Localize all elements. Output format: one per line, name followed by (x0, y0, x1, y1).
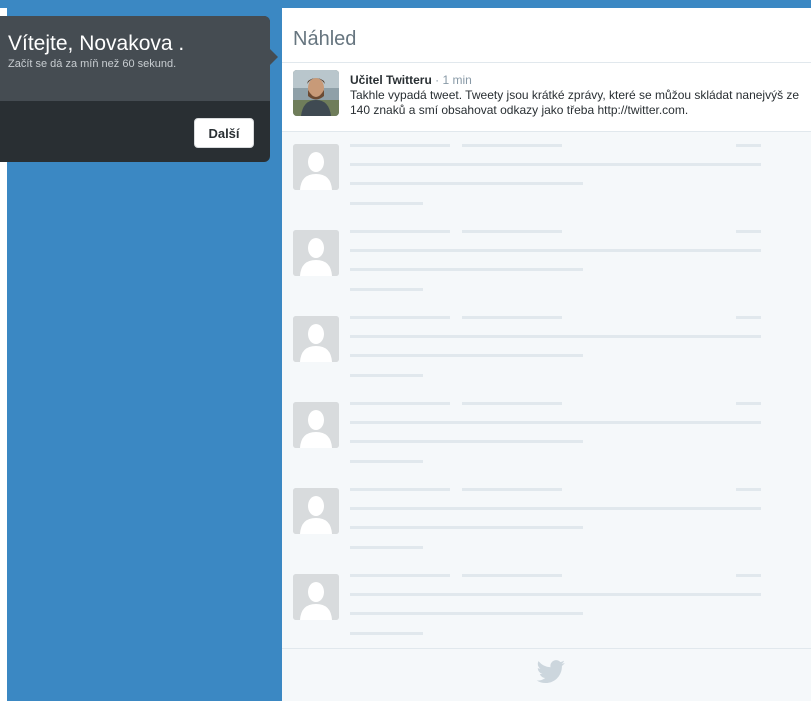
placeholder-line (350, 546, 423, 549)
top-strip (0, 0, 811, 8)
welcome-title: Vítejte, Novakova . (8, 32, 185, 55)
placeholder-line (462, 574, 562, 577)
placeholder-line (350, 574, 450, 577)
sample-tweet: Učitel Twitteru · 1 min Takhle vypadá tw… (282, 63, 811, 132)
placeholder-line (350, 593, 761, 596)
placeholder-line (350, 316, 450, 319)
placeholder-line (350, 230, 450, 233)
placeholder-line (350, 249, 761, 252)
default-avatar-icon (293, 230, 339, 276)
placeholder-line (350, 440, 583, 443)
placeholder-line (350, 182, 583, 185)
placeholder-tweet (282, 476, 811, 563)
twitter-bird-icon (536, 660, 565, 684)
welcome-header: Vítejte, Novakova . Začít se dá za míň n… (0, 16, 270, 101)
placeholder-tweet (282, 562, 811, 649)
tweet-avatar (293, 70, 339, 116)
placeholder-line (350, 632, 423, 635)
placeholder-tweet (282, 132, 811, 219)
default-avatar-icon (293, 488, 339, 534)
placeholder-line (350, 163, 761, 166)
placeholder-line (350, 202, 423, 205)
placeholder-line (350, 421, 761, 424)
placeholder-tweet (282, 218, 811, 305)
placeholder-tweet (282, 304, 811, 391)
placeholder-line (350, 402, 450, 405)
placeholder-line (350, 354, 583, 357)
placeholder-line (462, 402, 562, 405)
placeholder-line (736, 488, 761, 491)
default-avatar-icon (293, 144, 339, 190)
placeholder-line (462, 488, 562, 491)
welcome-pointer-arrow (270, 49, 278, 65)
avatar-photo-icon (293, 70, 339, 116)
placeholder-line (350, 460, 423, 463)
placeholder-line (350, 507, 761, 510)
placeholder-line (736, 316, 761, 319)
preview-panel: Náhled Učitel Twitteru · 1 min Takhle vy… (282, 16, 811, 701)
placeholder-line (462, 230, 562, 233)
placeholder-line (350, 488, 450, 491)
placeholder-line (736, 402, 761, 405)
default-avatar-icon (293, 574, 339, 620)
placeholder-line (736, 230, 761, 233)
placeholder-line (350, 144, 450, 147)
placeholder-line (462, 144, 562, 147)
tweet-text: Takhle vypadá tweet. Tweety jsou krátké … (350, 88, 800, 117)
placeholder-line (350, 612, 583, 615)
tweet-timestamp[interactable]: 1 min (442, 73, 471, 87)
placeholder-line (462, 316, 562, 319)
preview-title: Náhled (293, 28, 357, 50)
tweet-separator: · (431, 73, 443, 87)
tweet-header: Učitel Twitteru · 1 min (350, 73, 472, 87)
placeholder-line (350, 374, 423, 377)
placeholder-line (350, 288, 423, 291)
placeholder-tweet (282, 390, 811, 477)
placeholder-line (350, 335, 761, 338)
default-avatar-icon (293, 402, 339, 448)
tweet-author-name[interactable]: Učitel Twitteru (350, 73, 432, 87)
welcome-card: Vítejte, Novakova . Začít se dá za míň n… (0, 16, 278, 162)
placeholder-line (350, 526, 583, 529)
placeholder-line (736, 144, 761, 147)
next-button[interactable]: Další (194, 118, 254, 148)
preview-footer (282, 648, 811, 701)
placeholder-line (736, 574, 761, 577)
welcome-subtitle: Začít se dá za míň než 60 sekund. (8, 58, 177, 70)
placeholder-line (350, 268, 583, 271)
default-avatar-icon (293, 316, 339, 362)
preview-header: Náhled (282, 16, 811, 63)
